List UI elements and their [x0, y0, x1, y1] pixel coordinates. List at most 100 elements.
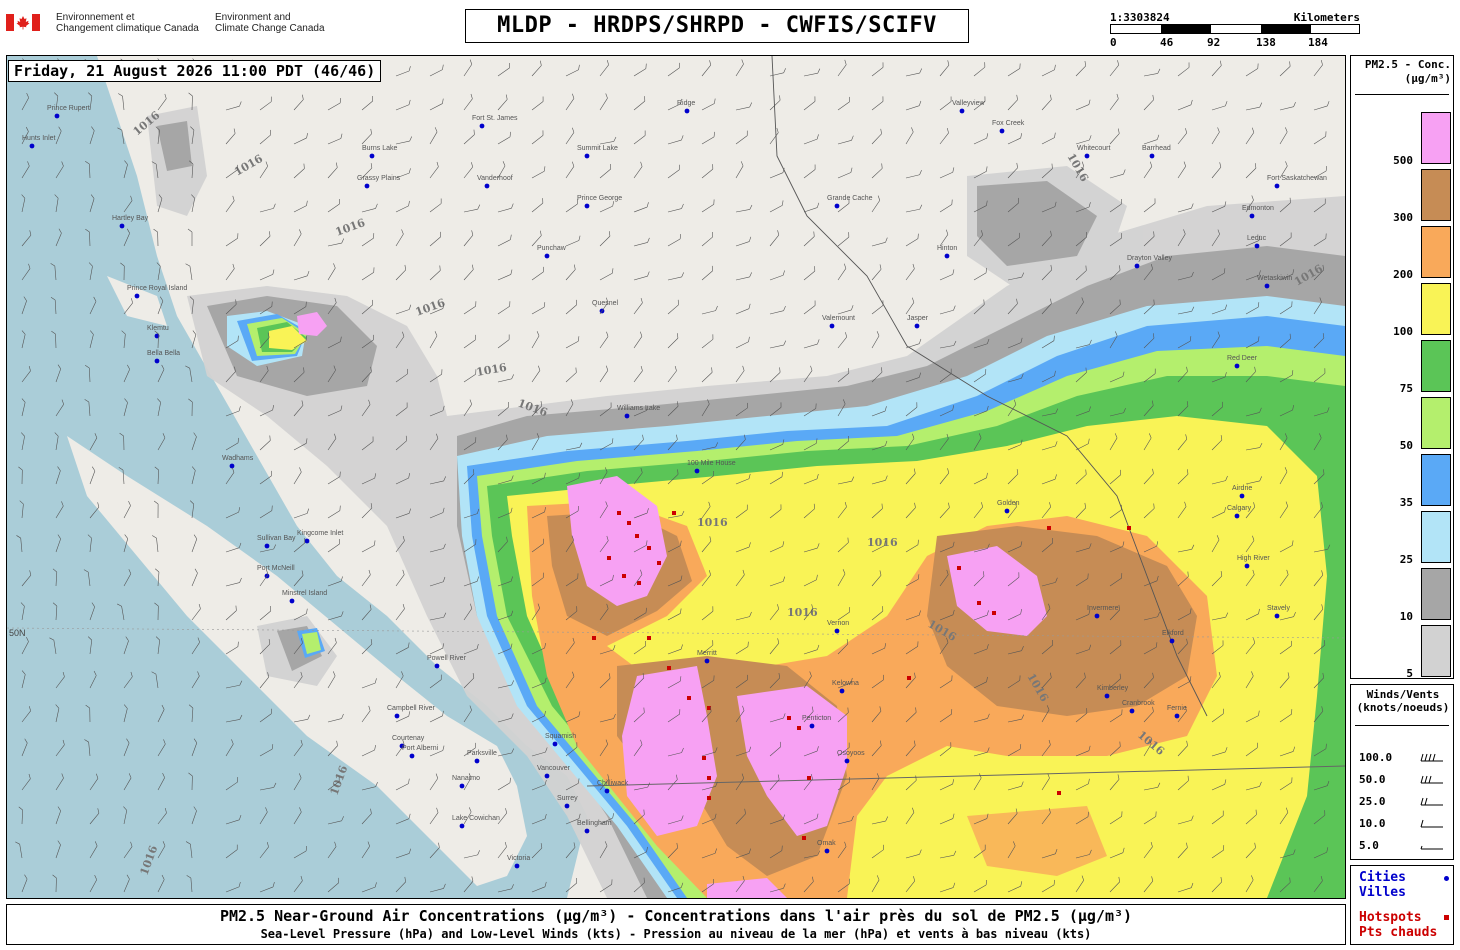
wind-barb-10-icon: [1420, 819, 1443, 828]
wind-barb: [769, 167, 785, 179]
wind-barb: [1075, 60, 1087, 77]
hotspot-marker: [635, 534, 639, 538]
wind-barb: [463, 230, 474, 247]
city-label: Hunts Inlet: [22, 135, 56, 142]
map-canvas: 50N 1016 1016 1016 1016 1016 1016 1016 1…: [7, 56, 1345, 898]
wind-barb: [531, 166, 546, 179]
product-title: MLDP - HRDPS/SHRPD - CWFIS/SCIFV: [465, 9, 969, 43]
wind-legend-row: 50.0: [1359, 773, 1449, 787]
wind-barb: [429, 231, 441, 247]
hotspot-marker: [667, 666, 671, 670]
wind-legend: Winds/Vents (knots/noeuds) 100.0 50.0 25.0…: [1350, 684, 1454, 860]
wind-barb: [259, 96, 272, 111]
city-label: Cranbrook: [1122, 700, 1155, 707]
city-label: Summit Lake: [577, 145, 618, 152]
city-label: Minstrel Island: [282, 590, 327, 597]
legend-level-label: 75: [1399, 382, 1413, 395]
wind-barb: [1313, 101, 1330, 111]
wind-barb: [769, 200, 784, 213]
wind-barb: [837, 59, 847, 77]
wind-barb: [565, 127, 575, 145]
wind-barb: [599, 331, 609, 349]
city-label: Prince George: [577, 195, 622, 202]
wind-barb: [701, 265, 713, 281]
pm25-legend-title: PM2.5 - Conc. (µg/m³): [1364, 58, 1451, 85]
city-label: Surrey: [557, 795, 578, 802]
wind-barb: [905, 204, 923, 213]
city-label: Williams Lake: [617, 405, 660, 412]
city-label: Burns Lake: [362, 145, 398, 152]
city-marker: Grassy Plains: [357, 175, 401, 189]
city-label: Barrhead: [1142, 145, 1171, 152]
wind-barb: [837, 167, 853, 179]
wind-barb-50-icon: [1420, 775, 1443, 784]
wind-barb: [633, 161, 643, 179]
wind-barb: [939, 128, 949, 145]
wind-barb: [565, 93, 575, 111]
city-label: Wetaskiwin: [1257, 275, 1292, 282]
wind-barb: [293, 94, 304, 111]
city-label: Victoria: [507, 855, 530, 862]
wind-barb: [905, 263, 915, 281]
hotspot-marker: [797, 726, 801, 730]
hotspot-marker: [592, 636, 596, 640]
wind-barb: [803, 266, 816, 281]
hotspot-marker: [787, 716, 791, 720]
wind-barb: [1245, 127, 1255, 145]
wind-barb: [497, 334, 510, 349]
wind-barb: [395, 229, 404, 247]
wind-barb: [463, 162, 473, 179]
scale-tick: 92: [1207, 36, 1221, 49]
wind-barb: [429, 98, 444, 111]
wind-barb: [259, 231, 271, 247]
wind-barb: [497, 374, 514, 383]
isobar-label: 1016: [334, 216, 368, 239]
smoke-forecast-map[interactable]: 50N 1016 1016 1016 1016 1016 1016 1016 1…: [6, 55, 1346, 899]
scale-unit: Kilometers: [1293, 11, 1360, 24]
legend-swatch: [1421, 454, 1451, 506]
wind-barb: [463, 93, 473, 111]
wind-barb: [837, 96, 850, 111]
wind-barb: [463, 59, 473, 77]
wind-barb: [463, 301, 477, 315]
wind-barb: [769, 68, 786, 77]
wind-barb: [497, 94, 508, 111]
hotspot-marker: [1127, 526, 1131, 530]
city-label: Merritt: [697, 650, 717, 657]
city-label: Leduc: [1247, 235, 1267, 242]
wind-barb: [1245, 63, 1259, 77]
wind-barb: [837, 332, 847, 349]
wind-barb: [1211, 101, 1228, 111]
city-label: Calgary: [1227, 505, 1252, 512]
legend-swatch: [1421, 511, 1451, 563]
wind-barb: [1143, 68, 1161, 77]
wind-barb: [1279, 127, 1288, 145]
wind-barb: [905, 127, 914, 145]
city-label: Parksville: [467, 750, 497, 757]
pm25-legend: PM2.5 - Conc. (µg/m³) 500 300 200 100 75 50 35…: [1350, 55, 1454, 680]
legend-swatch: [1421, 226, 1451, 278]
wind-barb: [225, 263, 235, 281]
scale-tick: 0: [1110, 36, 1117, 49]
wind-barb: [361, 96, 374, 111]
wind-barb-100-icon: [1420, 753, 1443, 762]
city-label: Sullivan Bay: [257, 535, 296, 542]
wind-barb: [327, 133, 343, 145]
wind-barb: [293, 467, 302, 485]
wind-barb: [803, 134, 819, 145]
wind-barb: [667, 203, 684, 213]
wind-speed-label: 100.0: [1359, 751, 1393, 764]
wind-barb: [871, 331, 880, 349]
wind-barb: [803, 68, 821, 77]
wind-barb: [1109, 60, 1120, 77]
city-label: Vancouver: [537, 765, 571, 772]
wind-speed-label: 10.0: [1359, 817, 1386, 830]
legend-swatch: [1421, 169, 1451, 221]
city-marker: Grande Cache: [827, 195, 873, 209]
wind-barb: [1143, 161, 1153, 179]
wind-barb: [905, 170, 922, 179]
hotspot-marker: [647, 546, 651, 550]
city-marker: Valemount: [822, 315, 855, 329]
wind-barb: [1041, 64, 1056, 77]
wind-barb: [667, 272, 684, 281]
